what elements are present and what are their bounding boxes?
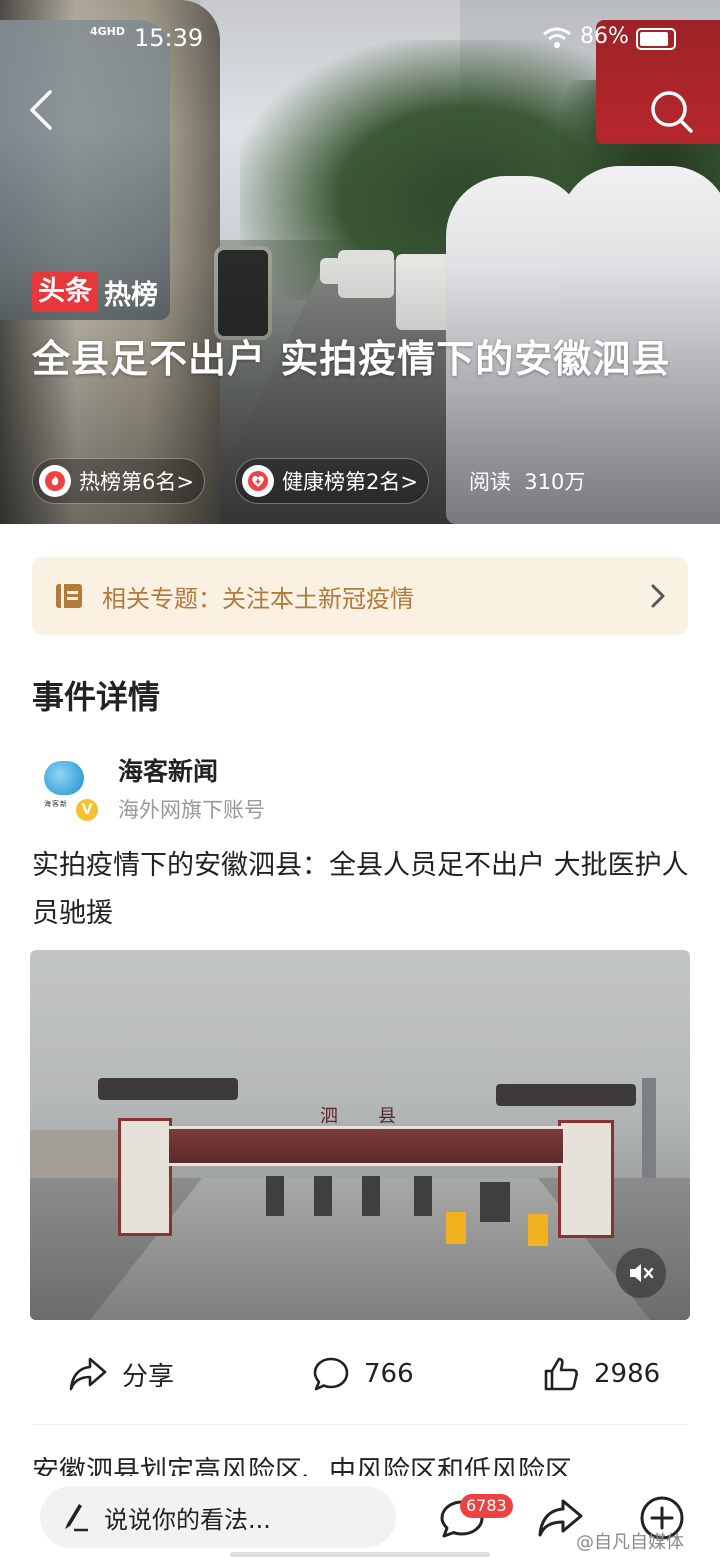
photo-booth [314,1176,332,1216]
battery-icon [636,28,676,50]
photo-sign-yellow [446,1212,466,1244]
photo-roof [98,1078,238,1100]
pen-icon [65,1504,88,1532]
hero-overlay [0,0,720,524]
health-icon [241,465,274,497]
rank-pills: 热榜第6名> 健康榜第2名> 阅读 310万 [32,458,585,504]
article-title[interactable]: 实拍疫情下的安徽泗县：全县人员足不出户 大批医护人员驰援 [32,842,692,938]
comment-input[interactable]: 说说你的看法... [40,1486,396,1548]
avatar[interactable]: 海客新 V [32,755,100,823]
comment-count-badge: 6783 [460,1494,513,1518]
photo-building [642,1078,656,1188]
badge-toutiao: 头条 [32,272,98,312]
like-count: 2986 [594,1359,661,1389]
hero-banner [0,0,720,524]
section-title: 事件详情 [32,678,161,716]
book-icon [56,584,82,608]
photo-booth [362,1176,380,1216]
next-article-title[interactable]: 安徽泗县划定高风险区、中风险区和低风险区 [32,1450,712,1476]
like-button[interactable]: 2986 [542,1346,660,1402]
photo-booth [266,1176,284,1216]
wifi-icon [542,26,572,56]
photo-sign: 泗县 [320,1106,436,1127]
share-label: 分享 [122,1361,175,1392]
photo-tower [118,1118,172,1236]
network-indicator: 4GHD [90,25,126,38]
status-time: 15:39 [134,24,204,52]
verified-badge-icon: V [74,797,100,823]
reads-count: 阅读 310万 [469,466,585,496]
chevron-right-icon [651,584,665,608]
photo-sign-yellow [528,1214,548,1246]
comment-placeholder: 说说你的看法... [104,1505,271,1534]
hot-rank-label: 热榜第6名> [79,470,194,494]
hot-rank-pill[interactable]: 热榜第6名> [32,458,205,504]
hero-title: 全县足不出户 实拍疫情下的安徽泗县 [32,337,671,381]
thumbs-up-icon [544,1357,578,1391]
fire-icon [39,465,71,497]
action-bar: 分享 766 2986 [0,1346,720,1402]
photo-roof [496,1084,636,1106]
related-topic-banner[interactable]: 相关专题：关注本土新冠疫情 [32,557,688,635]
badge-hot-list: 热榜 [104,279,158,311]
search-icon [651,91,693,133]
photo-booth [480,1182,510,1222]
author-subtitle: 海外网旗下账号 [118,798,265,822]
volume-mute-icon [630,1264,654,1282]
article-video[interactable]: 泗县 [30,950,690,1320]
chevron-left-icon [30,90,52,130]
share-button[interactable]: 分享 [68,1346,174,1402]
mute-button[interactable] [616,1248,666,1298]
health-rank-label: 健康榜第2名> [281,470,418,494]
related-topic-label: 相关专题：关注本土新冠疫情 [102,584,414,613]
comment-count: 766 [364,1359,414,1389]
back-button[interactable] [22,88,62,132]
author-row[interactable]: 海客新 V 海客新闻 海外网旗下账号 [32,752,265,824]
watermark: @自凡自媒体 [576,1532,684,1553]
divider [32,1424,688,1425]
comment-button[interactable]: 766 [312,1346,414,1402]
photo-tower [558,1120,614,1238]
logo-text: 海客新 [44,800,68,808]
home-indicator[interactable] [230,1552,490,1557]
author-info: 海客新闻 海外网旗下账号 [118,752,265,824]
health-rank-pill[interactable]: 健康榜第2名> [234,458,429,504]
battery-percent: 86% [580,24,629,49]
hot-list-badge: 头条 热榜 [32,272,158,312]
reads-value: 310万 [524,470,586,494]
reads-label: 阅读 [468,470,511,494]
haike-logo-icon [44,761,84,795]
photo-booth [414,1176,432,1216]
status-bar: 4GHD 15:39 86% [0,22,720,58]
search-button[interactable] [648,88,694,134]
author-name: 海客新闻 [118,757,219,786]
photo-gate [166,1126,566,1166]
comment-icon [313,1357,349,1391]
share-icon [69,1357,107,1391]
